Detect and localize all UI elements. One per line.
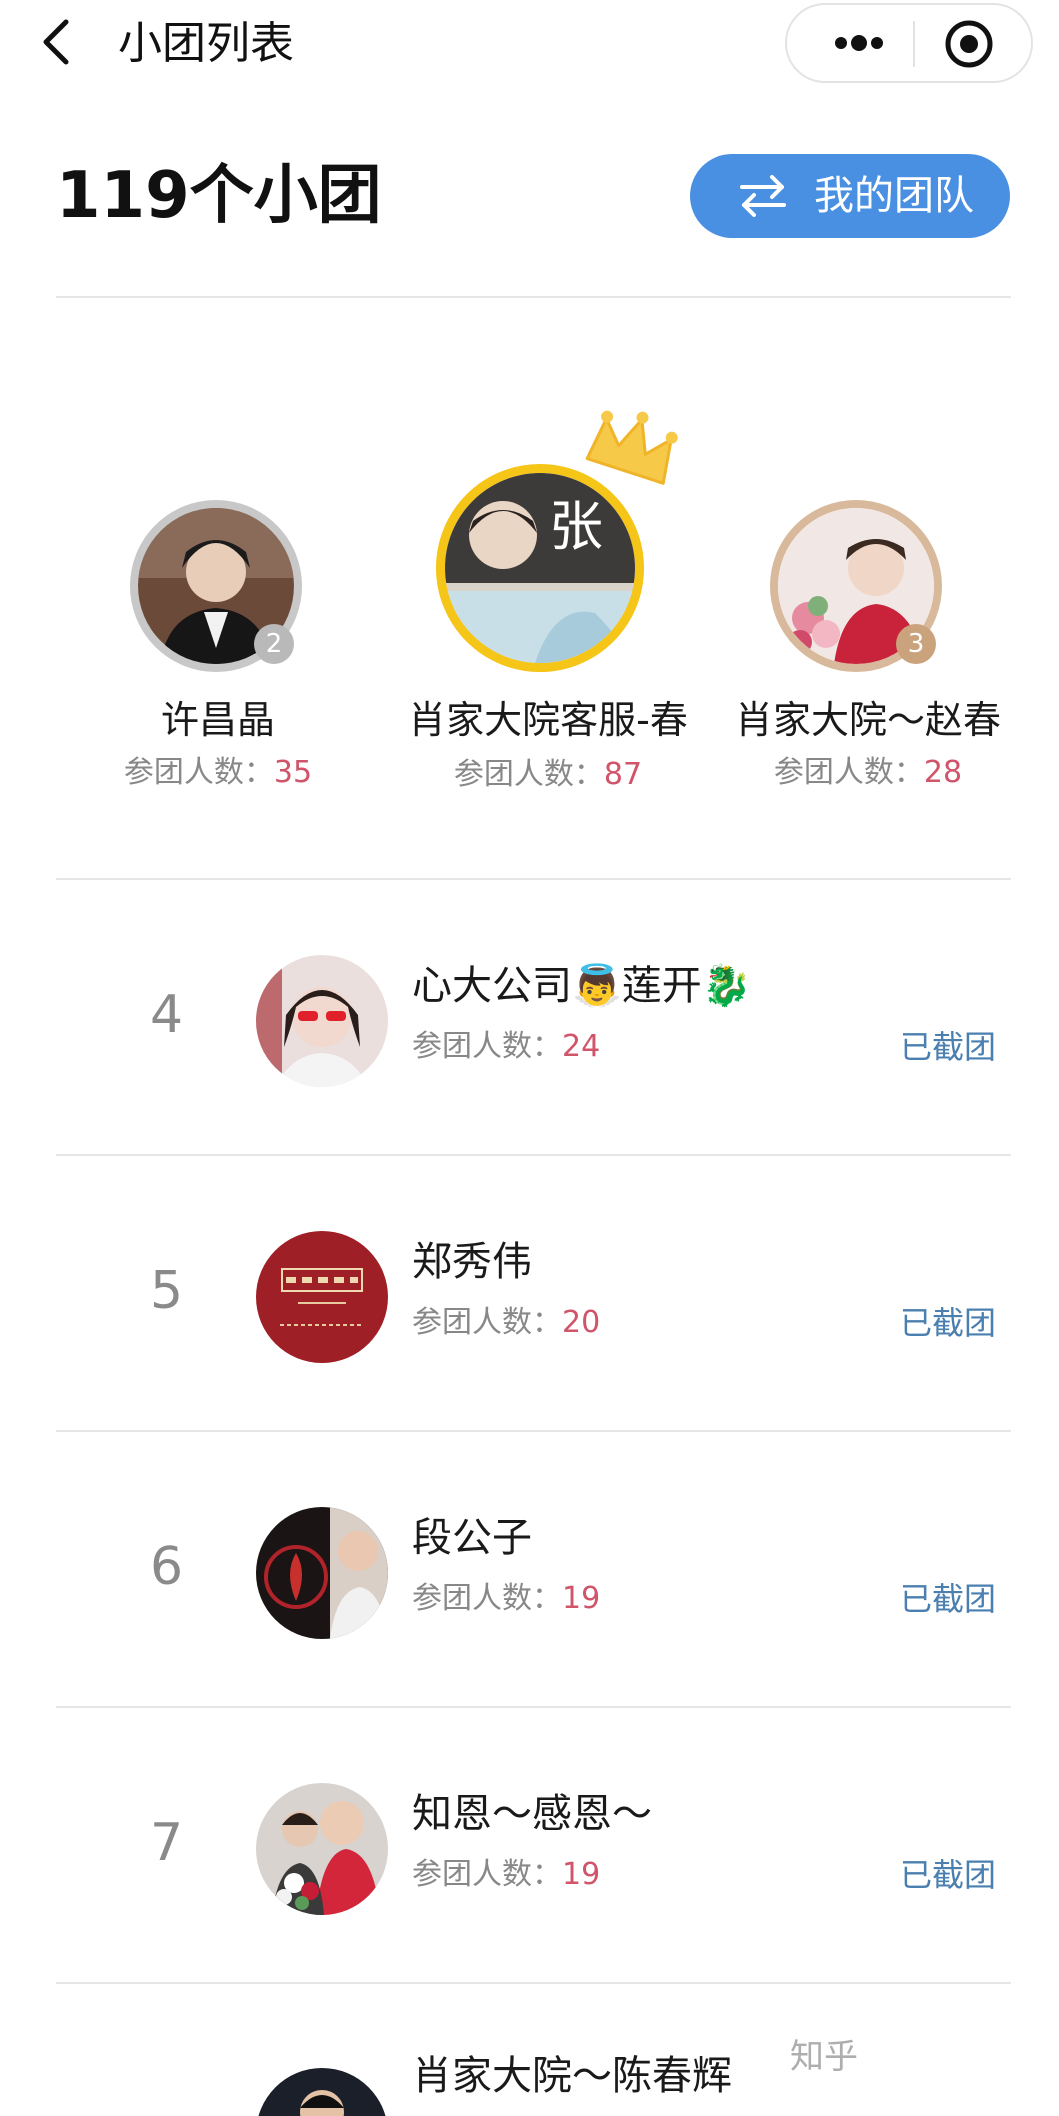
podium-name-1: 肖家大院客服-春: [408, 698, 688, 742]
podium-name-3: 肖家大院～赵春: [734, 698, 1001, 742]
list-item[interactable]: 4 心大公司👼莲开🐉 参团人数：24 已截团: [56, 880, 1011, 1154]
avatar-rank-1[interactable]: 张: [436, 464, 644, 672]
row-rank: 7: [150, 1813, 184, 1873]
row-rank: 4: [150, 985, 184, 1045]
close-target-icon[interactable]: [939, 19, 1003, 69]
list-item[interactable]: 7 知恩～感恩～ 参团人数：19 已截团: [56, 1708, 1011, 1982]
row-rank: 5: [150, 1261, 184, 1321]
row-name: 心大公司👼莲开🐉: [412, 963, 752, 1009]
capsule-divider: [913, 21, 915, 67]
mini-program-capsule: [785, 3, 1033, 83]
nav-bar: 小团列表: [0, 0, 1059, 88]
avatar: [256, 1507, 388, 1639]
back-icon[interactable]: [38, 16, 78, 68]
status-badge: 已截团: [900, 1580, 997, 1618]
row-participants: 参团人数：19: [412, 1857, 601, 1892]
row-participants: 参团人数：24: [412, 1029, 601, 1064]
page-title: 小团列表: [118, 18, 294, 69]
podium-name-2: 许昌晶: [160, 698, 275, 742]
crown-icon: [582, 410, 682, 490]
row-name: 肖家大院～陈春辉: [412, 2053, 732, 2099]
more-icon[interactable]: [809, 19, 905, 67]
list-item[interactable]: 6 段公子 参团人数：19 已截团: [56, 1432, 1011, 1706]
avatar: [256, 1231, 388, 1363]
podium-sub-3: 参团人数：28: [773, 755, 963, 790]
row-name: 知恩～感恩～: [412, 1791, 652, 1837]
status-badge: 已截团: [900, 1028, 997, 1066]
team-count-title: 119个小团: [56, 159, 382, 233]
podium-sub-2: 参团人数：35: [123, 755, 313, 790]
list-item[interactable]: 5 郑秀伟 参团人数：20 已截团: [56, 1156, 1011, 1430]
watermark: 知乎: [790, 2037, 858, 2077]
avatar: [256, 1783, 388, 1915]
rank-badge-2: 2: [254, 624, 294, 664]
swap-icon: [738, 174, 788, 218]
list-item[interactable]: 肖家大院～陈春辉: [56, 1984, 1011, 2116]
rank-badge-3: 3: [896, 624, 936, 664]
status-badge: 已截团: [900, 1856, 997, 1894]
row-name: 郑秀伟: [412, 1239, 532, 1285]
row-participants: 参团人数：20: [412, 1305, 601, 1340]
podium-sub-1: 参团人数：87: [453, 757, 643, 792]
status-badge: 已截团: [900, 1304, 997, 1342]
row-participants: 参团人数：19: [412, 1581, 601, 1616]
avatar-overlay-text: 张: [549, 495, 603, 558]
row-rank: 6: [150, 1537, 184, 1597]
avatar: [256, 2068, 388, 2116]
avatar: [256, 955, 388, 1087]
row-name: 段公子: [412, 1515, 532, 1561]
my-team-button[interactable]: 我的团队: [690, 154, 1010, 238]
divider: [56, 296, 1011, 298]
my-team-label: 我的团队: [814, 173, 974, 219]
